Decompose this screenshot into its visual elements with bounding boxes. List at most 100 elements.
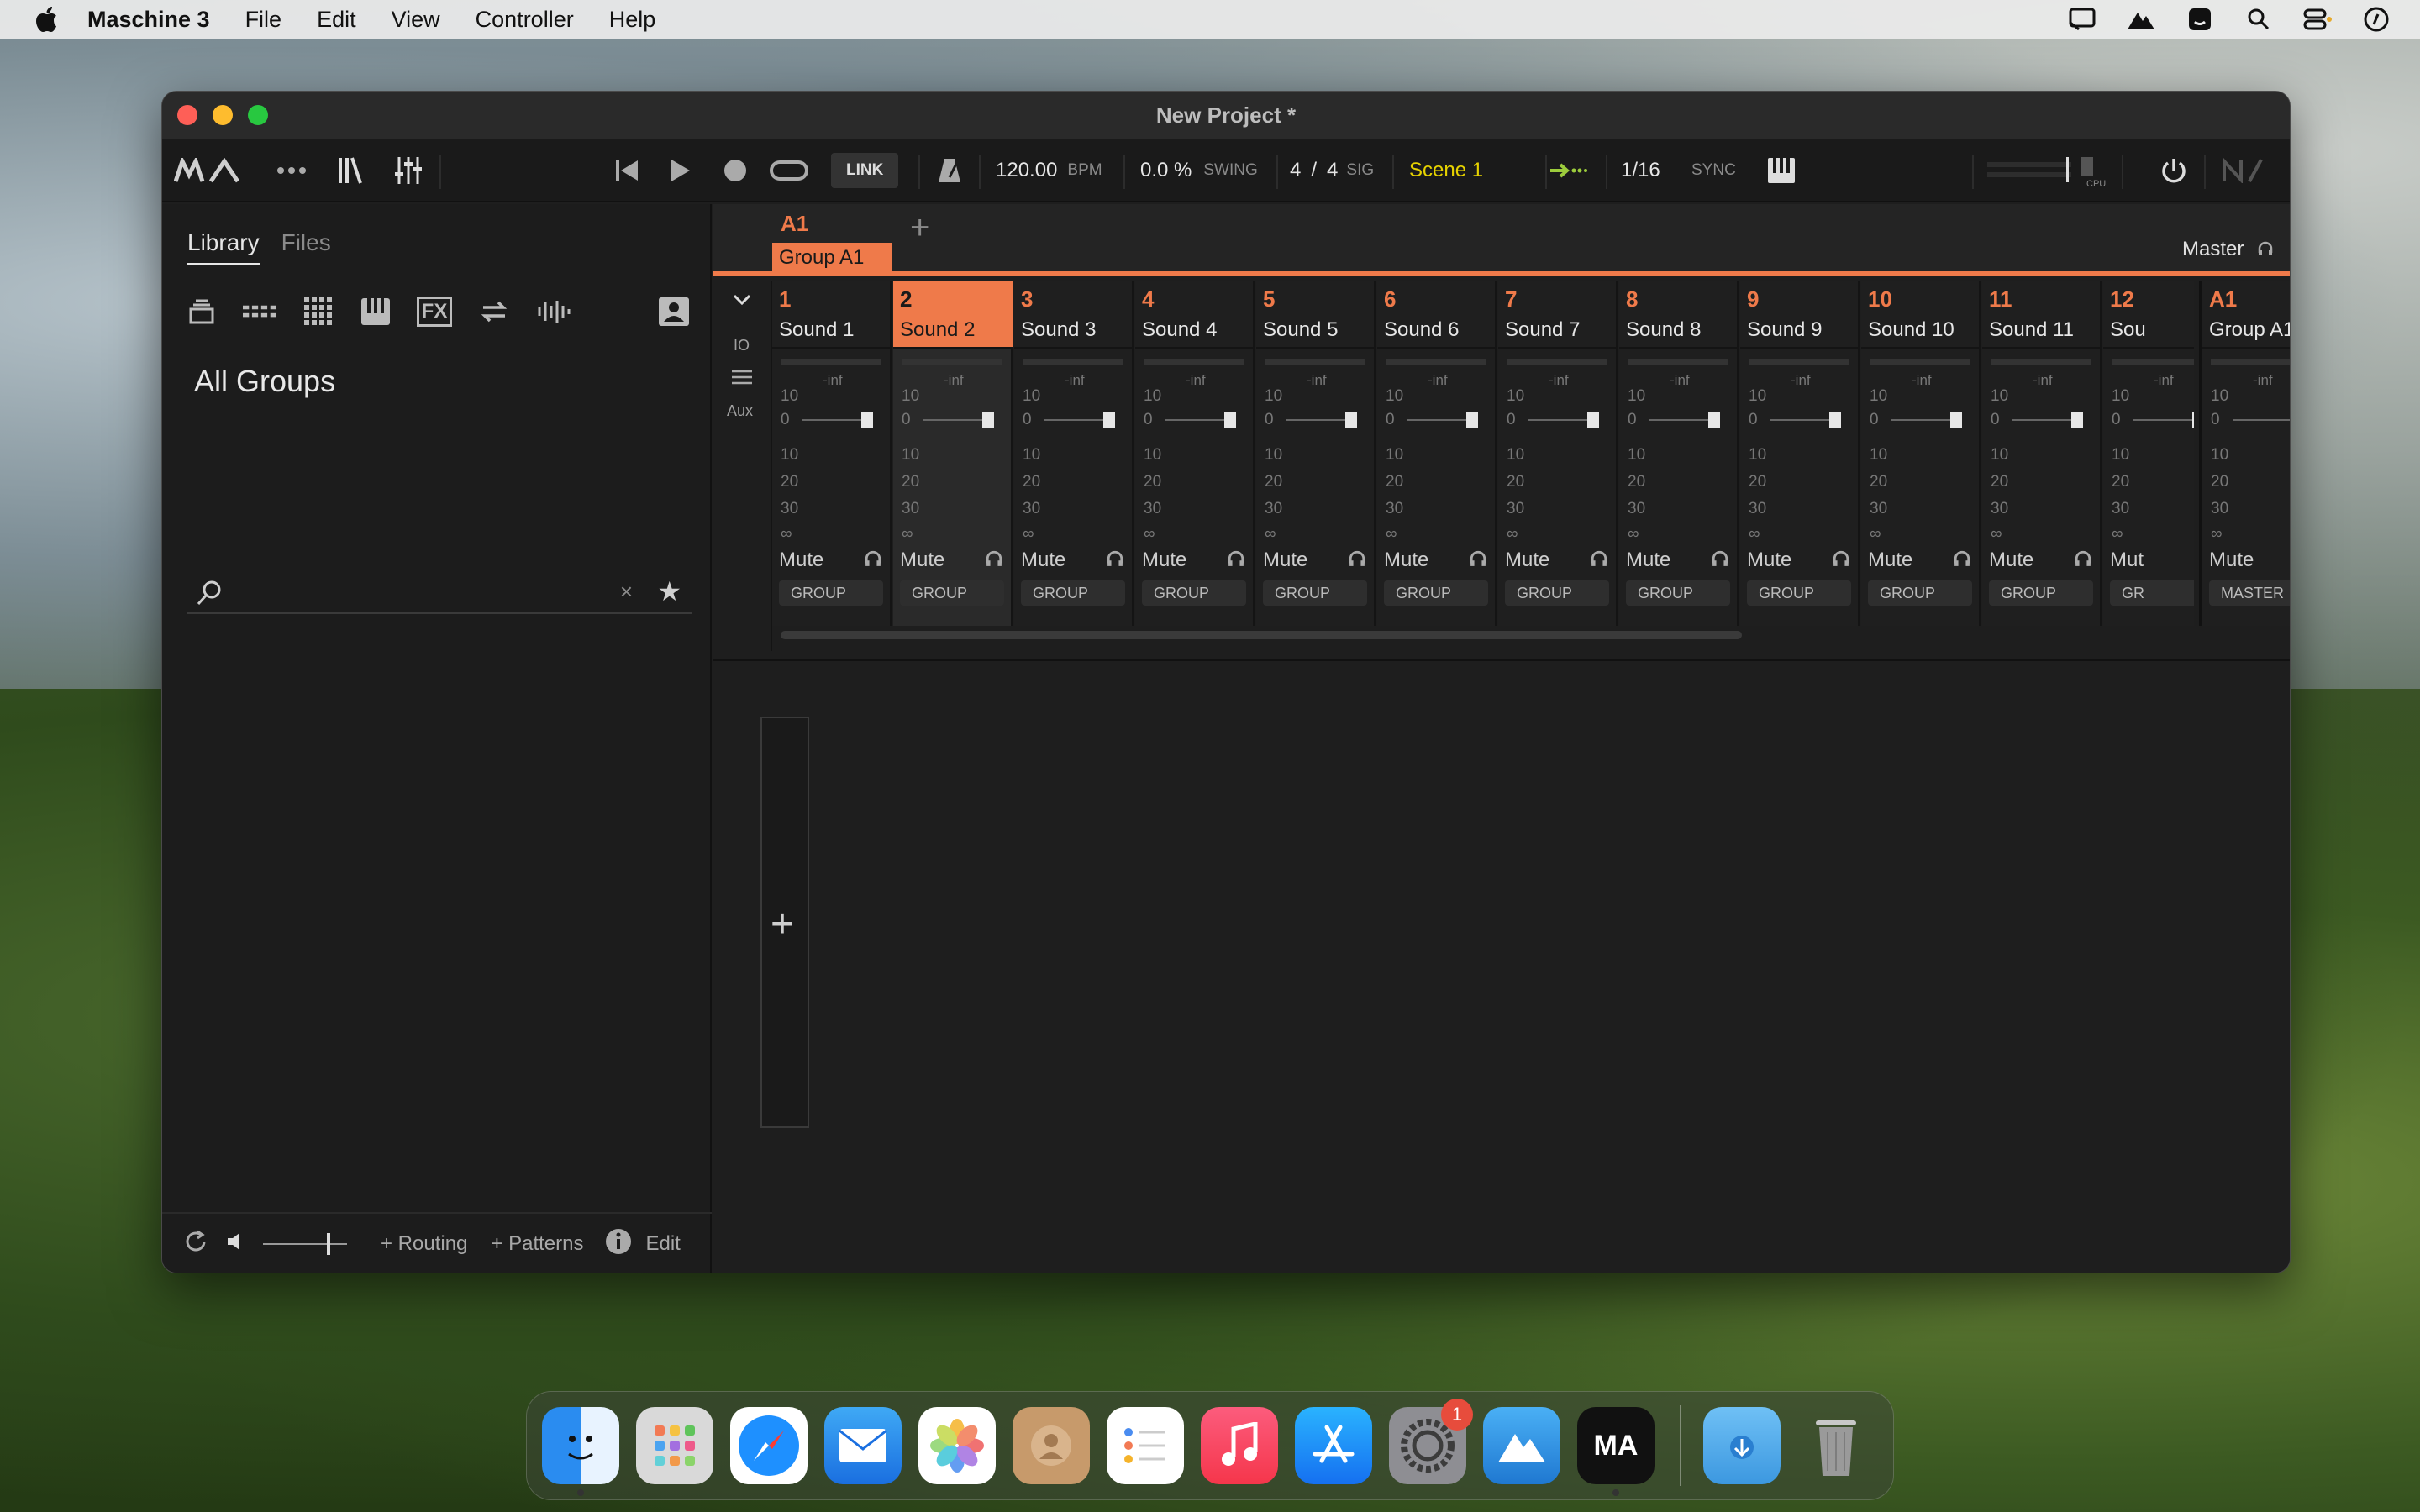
group-output-button[interactable]: GROUP — [900, 580, 1004, 606]
volume-fader-knob[interactable] — [861, 412, 873, 428]
kit-icon[interactable] — [303, 295, 334, 328]
more-options-icon[interactable] — [276, 139, 307, 202]
channel-header[interactable]: 2 Sound 2 — [893, 281, 1013, 349]
loop-icon[interactable] — [769, 139, 809, 202]
add-patterns-button[interactable]: + Patterns — [491, 1232, 583, 1256]
effect-icon[interactable]: FX — [416, 295, 453, 328]
headphones-icon[interactable] — [2075, 550, 2091, 567]
clear-search-button[interactable]: × — [620, 579, 633, 605]
siri-icon[interactable] — [2361, 6, 2391, 33]
mute-button[interactable]: Mute — [1626, 549, 1670, 572]
mute-button[interactable]: Mut — [2110, 549, 2144, 572]
favorites-star-icon[interactable]: ★ — [657, 575, 681, 607]
menu-edit[interactable]: Edit — [317, 7, 356, 33]
menu-controller[interactable]: Controller — [476, 7, 574, 33]
group-output-button[interactable]: GROUP — [1021, 580, 1125, 606]
record-icon[interactable] — [723, 139, 747, 202]
master-output-button[interactable]: MASTER — [2209, 580, 2290, 606]
volume-fader-knob[interactable] — [1708, 412, 1720, 428]
finder-icon[interactable] — [2185, 6, 2215, 33]
reminders-icon[interactable] — [1107, 1407, 1184, 1484]
group-output-button[interactable]: GROUP — [1868, 580, 1972, 606]
add-routing-button[interactable]: + Routing — [381, 1232, 467, 1256]
contacts-icon[interactable] — [1013, 1407, 1090, 1484]
channel-header[interactable]: 7 Sound 7 — [1498, 281, 1618, 349]
tab-library[interactable]: Library — [187, 229, 260, 265]
finder-icon[interactable] — [542, 1407, 619, 1496]
close-window-button[interactable] — [177, 105, 197, 125]
group-output-button[interactable]: GROUP — [1989, 580, 2093, 606]
master-channel-header[interactable]: A1 Group A1 — [2202, 281, 2290, 349]
group-output-button[interactable]: GROUP — [1263, 580, 1367, 606]
music-icon[interactable] — [1201, 1407, 1278, 1484]
channel-header[interactable]: 11 Sound 11 — [1982, 281, 2102, 349]
channel-header[interactable]: 9 Sound 9 — [1740, 281, 1860, 349]
headphones-icon[interactable] — [1833, 550, 1849, 567]
mute-button[interactable]: Mute — [1989, 549, 2033, 572]
info-icon[interactable] — [605, 1228, 632, 1261]
edit-button[interactable]: Edit — [645, 1232, 680, 1256]
photos-icon[interactable] — [918, 1407, 996, 1484]
user-icon[interactable] — [658, 295, 690, 328]
loop-icon[interactable] — [478, 295, 510, 328]
system-settings-icon[interactable]: 1 — [1389, 1399, 1473, 1484]
control-center-icon[interactable] — [2302, 6, 2333, 33]
group-icon[interactable] — [187, 295, 216, 328]
screen-mirror-icon[interactable] — [2067, 6, 2097, 33]
channel-header[interactable]: 1 Sound 1 — [772, 281, 892, 349]
power-icon[interactable] — [2160, 139, 2187, 202]
volume-fader-knob[interactable] — [1103, 412, 1115, 428]
browser-toggle-icon[interactable] — [337, 139, 364, 202]
menu-file[interactable]: File — [245, 7, 282, 33]
channel-header[interactable]: 12 Sou — [2103, 281, 2194, 349]
horizontal-scrollbar[interactable] — [781, 631, 1742, 639]
speaker-icon[interactable] — [226, 1231, 248, 1257]
group-output-button[interactable]: GROUP — [1384, 580, 1488, 606]
follow-icon[interactable] — [1549, 139, 1587, 202]
sample-icon[interactable] — [537, 295, 571, 328]
collapse-chevron-icon[interactable] — [732, 293, 752, 307]
play-icon[interactable] — [670, 139, 692, 202]
group-output-button[interactable]: GROUP — [1505, 580, 1609, 606]
group-output-button[interactable]: GROUP — [1626, 580, 1730, 606]
headphones-icon[interactable] — [1349, 550, 1365, 567]
menu-app-name[interactable]: Maschine 3 — [87, 7, 210, 33]
headphones-icon[interactable] — [1107, 550, 1123, 567]
tempo-value[interactable]: 120.00 — [996, 159, 1057, 182]
mute-button[interactable]: Mute — [900, 549, 944, 572]
hilltop-icon[interactable] — [2126, 6, 2156, 33]
apple-icon[interactable] — [34, 6, 59, 33]
volume-fader-knob[interactable] — [1950, 412, 1962, 428]
add-group-button[interactable]: + — [910, 209, 929, 247]
launchpad-icon[interactable] — [636, 1407, 713, 1484]
mute-button[interactable]: Mute — [1142, 549, 1186, 572]
mute-button[interactable]: Mute — [1868, 549, 1912, 572]
io-toggle[interactable]: IO — [734, 337, 750, 354]
mail-icon[interactable] — [824, 1407, 902, 1484]
aux-toggle[interactable]: Aux — [727, 402, 753, 420]
add-pattern-button[interactable]: + — [771, 901, 794, 948]
keyboard-icon[interactable] — [1767, 139, 1796, 202]
patterns-icon[interactable] — [243, 295, 276, 328]
hilltop-app-icon[interactable] — [1483, 1407, 1560, 1484]
volume-fader-knob[interactable] — [1466, 412, 1478, 428]
search-icon[interactable] — [2244, 6, 2274, 33]
volume-fader-knob[interactable] — [1587, 412, 1599, 428]
maximize-window-button[interactable] — [248, 105, 268, 125]
menu-help[interactable]: Help — [609, 7, 656, 33]
mute-button[interactable]: Mute — [1263, 549, 1307, 572]
volume-fader-knob[interactable] — [2071, 412, 2083, 428]
refresh-icon[interactable] — [182, 1228, 209, 1261]
headphones-icon[interactable] — [1712, 550, 1728, 567]
swing-value[interactable]: 0.0 % — [1140, 159, 1192, 182]
downloads-folder-icon[interactable] — [1703, 1407, 1781, 1484]
mixer-toggle-icon[interactable] — [394, 139, 423, 202]
mute-button[interactable]: Mute — [779, 549, 823, 572]
channel-header[interactable]: 4 Sound 4 — [1135, 281, 1255, 349]
mute-button[interactable]: Mute — [1505, 549, 1549, 572]
headphones-icon[interactable] — [1591, 550, 1607, 567]
sync-label[interactable]: SYNC — [1691, 161, 1736, 180]
group-output-button[interactable]: GROUP — [1142, 580, 1246, 606]
master-header[interactable]: Master — [2182, 238, 2244, 261]
search-field[interactable]: × ★ — [187, 574, 692, 614]
